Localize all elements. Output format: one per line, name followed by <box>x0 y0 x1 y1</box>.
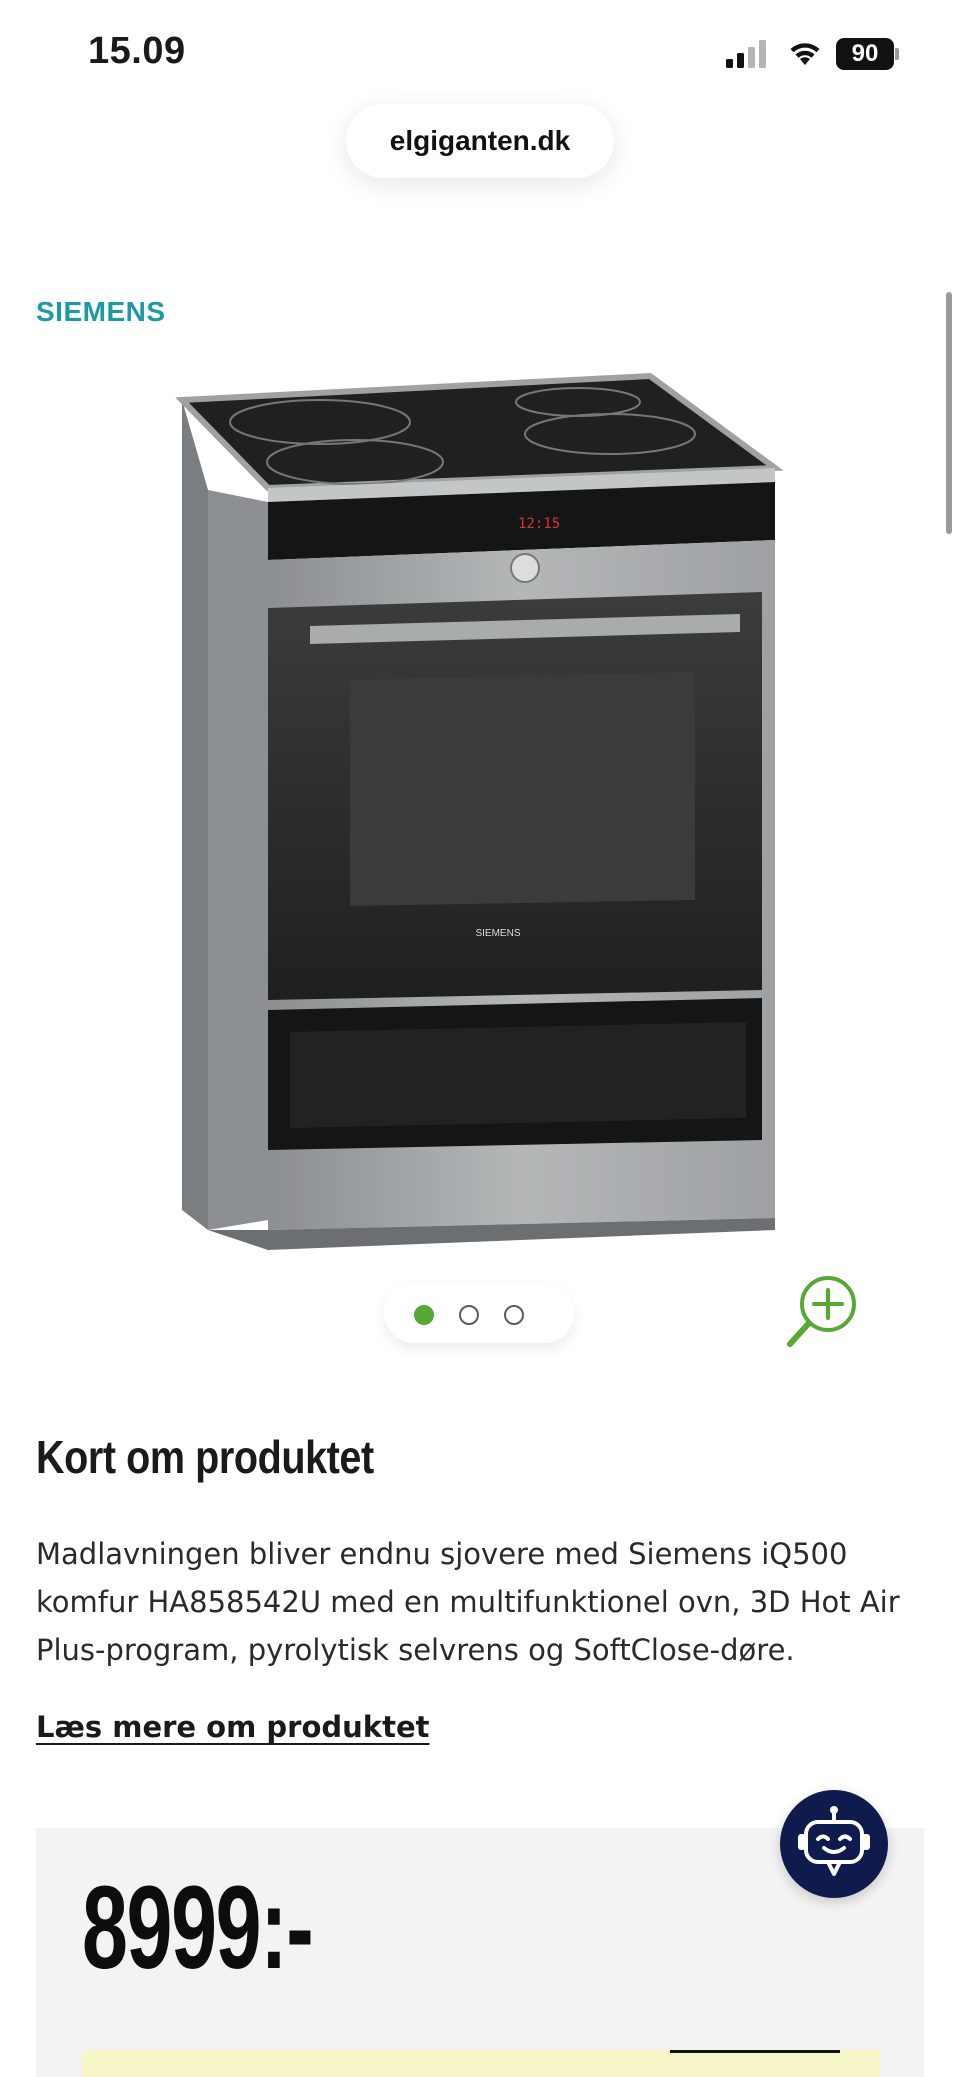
gallery-pagination <box>384 1283 574 1343</box>
section-title: Kort om produktet <box>36 1431 374 1483</box>
robot-icon <box>798 1806 870 1876</box>
battery-level: 90 <box>836 38 894 70</box>
address-bar[interactable]: elgiganten.dk <box>346 104 614 178</box>
zoom-in-icon[interactable] <box>782 1268 872 1358</box>
gallery-dot-3[interactable] <box>504 1305 524 1325</box>
gallery-dot-1[interactable] <box>414 1305 434 1325</box>
price: 8999:- <box>82 1862 314 1994</box>
wifi-icon <box>790 43 820 65</box>
signal-icon <box>726 40 766 68</box>
product-image[interactable]: 12:15 SIEMENS <box>150 350 810 1280</box>
read-more-link[interactable]: Læs mere om produktet <box>36 1710 429 1744</box>
status-time: 15.09 <box>88 30 186 72</box>
price-notice-banner <box>82 2050 880 2077</box>
chatbot-button[interactable] <box>780 1790 888 1898</box>
gallery-dot-2[interactable] <box>459 1305 479 1325</box>
svg-text:SIEMENS: SIEMENS <box>475 928 520 939</box>
brand-logo: SIEMENS <box>36 296 166 327</box>
battery-icon: 90 <box>836 38 900 70</box>
svg-text:12:15: 12:15 <box>518 516 560 532</box>
scrollbar-thumb[interactable] <box>946 292 952 534</box>
product-description: Madlavningen bliver endnu sjovere med Si… <box>36 1537 900 1667</box>
status-bar: 15.09 90 <box>0 0 960 110</box>
